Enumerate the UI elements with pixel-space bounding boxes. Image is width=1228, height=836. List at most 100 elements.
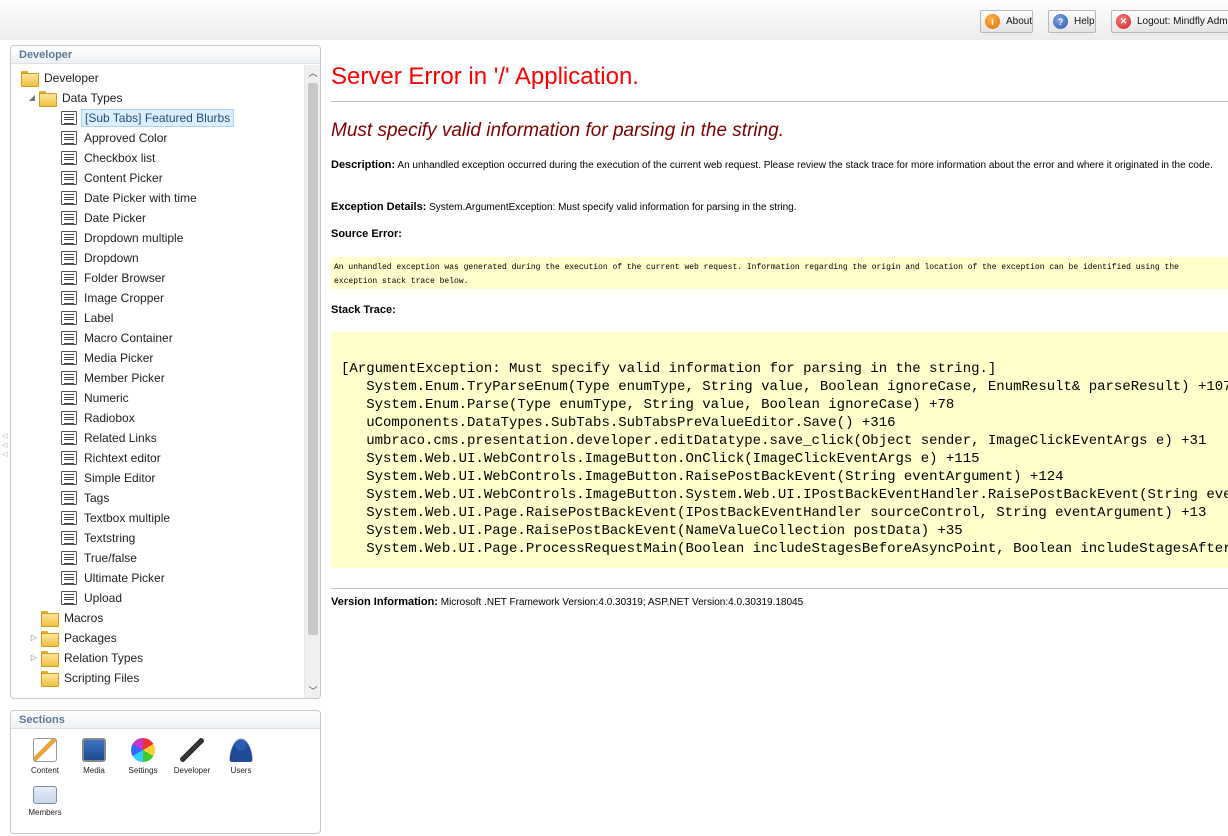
datatype-icon [61,511,77,525]
tree-node-label: Developer [44,71,99,85]
description: Description: An unhandled exception occu… [331,158,1221,173]
section-members[interactable]: Members [25,783,65,817]
expanded-arrow-icon[interactable]: ◢ [27,88,37,108]
members-icon [33,786,57,804]
settings-icon [131,738,155,762]
top-toolbar: i About ? Help ✕ Logout: Mindfly Admin [0,0,1228,40]
tree-node-datatype[interactable]: Ultimate Picker [61,568,168,588]
tree-node-datatype[interactable]: Content Picker [61,168,166,188]
developer-tree: Developer ◢ Data Types [Sub Tabs] Featur… [11,65,303,698]
scrollbar-thumb[interactable] [308,83,318,635]
tree-node-packages[interactable]: ▷ Packages [29,628,120,648]
section-label: Content [30,766,60,775]
tree-node-datatype[interactable]: [Sub Tabs] Featured Blurbs [61,108,235,128]
sections-panel-title: Sections [11,711,320,729]
tree-node-datatype[interactable]: Simple Editor [61,468,158,488]
section-label: Members [28,808,62,817]
tree-node-label: Folder Browser [84,271,166,285]
datatype-icon [61,331,77,345]
tree-node-label: Relation Types [64,651,144,665]
description-text: An unhandled exception occurred during t… [397,160,1213,171]
datatype-icon [61,451,77,465]
stack-trace-line: System.Web.UI.Page.RaisePostBackEvent(IP… [341,505,1207,521]
tree-panel-title: Developer [11,46,320,64]
folder-icon [39,91,57,107]
tree-node-datatype[interactable]: Dropdown multiple [61,228,186,248]
datatype-icon [61,211,77,225]
about-icon: i [985,14,1000,29]
tree-node-datatype[interactable]: Related Links [61,428,160,448]
scroll-down-icon[interactable]: ﹀ [305,683,320,698]
tree-node-macros[interactable]: Macros [41,608,106,628]
datatype-icon [61,591,77,605]
tree-node-label: Macros [64,611,104,625]
datatype-icon [61,531,77,545]
datatype-icon [61,391,77,405]
tree-node-datatype[interactable]: Folder Browser [61,268,168,288]
tree-node-label: Textstring [84,531,136,545]
tree-node-label: Scripting Files [64,671,140,685]
about-button[interactable]: i About [980,10,1033,33]
scroll-up-icon[interactable]: ︿ [305,65,320,81]
section-developer[interactable]: Developer [172,738,212,775]
tree-node-label: Related Links [84,431,157,445]
tree-node-datatype[interactable]: Dropdown [61,248,142,268]
exception-label: Exception Details: [331,201,427,213]
tree-node-datatype[interactable]: Member Picker [61,368,168,388]
tree-node-datatype[interactable]: Macro Container [61,328,176,348]
stack-trace-line: System.Web.UI.Page.RaisePostBackEvent(Na… [341,523,963,539]
tree-node-datatype[interactable]: Textbox multiple [61,508,173,528]
datatype-icon [61,191,77,205]
tree-node-datatype[interactable]: Tags [61,488,112,508]
tree-node-datatype[interactable]: True/false [61,548,140,568]
divider [331,588,1228,589]
datatype-icon [61,131,77,145]
tree-node-datatype[interactable]: Date Picker [61,208,149,228]
tree-node-label: Date Picker with time [84,191,197,205]
datatype-icon [61,551,77,565]
section-label: Developer [173,766,211,775]
datatype-icon [61,371,77,385]
tree-node-datatype[interactable]: Numeric [61,388,132,408]
tree-node-datatype[interactable]: Textstring [61,528,138,548]
tree-node-label: Macro Container [84,331,173,345]
tree-node-label: Textbox multiple [84,511,171,525]
tree-node-label: Member Picker [84,371,165,385]
stack-trace-line: System.Web.UI.WebControls.ImageButton.Ra… [341,469,1064,485]
logout-icon: ✕ [1116,14,1131,29]
tree-node-scripting-files[interactable]: Scripting Files [41,668,142,688]
tree-node-datatype[interactable]: Richtext editor [61,448,164,468]
tree-node-datatype[interactable]: Approved Color [61,128,170,148]
tree-node-data-types[interactable]: ◢ Data Types [27,88,125,108]
collapsed-arrow-icon[interactable]: ▷ [29,648,39,668]
tree-node-label: Upload [84,591,123,605]
tree-node-datatype[interactable]: Label [61,308,116,328]
logout-button[interactable]: ✕ Logout: Mindfly Admin [1111,10,1228,33]
tree-node-datatype[interactable]: Image Cropper [61,288,167,308]
source-error-box: An unhandled exception was generated dur… [331,257,1228,289]
collapsed-arrow-icon[interactable]: ▷ [29,628,39,648]
section-content[interactable]: Content [25,738,65,775]
tree-node-developer[interactable]: Developer [21,68,102,88]
tree-node-label: True/false [84,551,137,565]
tree-node-datatype[interactable]: Media Picker [61,348,156,368]
tree-node-relation-types[interactable]: ▷ Relation Types [29,648,146,668]
tree-node-datatype[interactable]: Radiobox [61,408,138,428]
panel-splitter-handle[interactable]: ◁ ◁ ◁ [2,432,8,462]
tree-node-datatype[interactable]: Upload [61,588,125,608]
tree-node-label: Data Types [62,91,123,105]
tree-node-label: Richtext editor [84,451,161,465]
section-media[interactable]: Media [74,738,114,775]
datatype-icon [61,491,77,505]
stack-trace-line: System.Enum.TryParseEnum(Type enumType, … [341,379,1228,395]
section-users[interactable]: Users [221,738,261,775]
section-settings[interactable]: Settings [123,738,163,775]
tree-node-datatype[interactable]: Checkbox list [61,148,158,168]
users-icon [229,738,253,762]
help-button[interactable]: ? Help [1048,10,1096,33]
tree-scrollbar[interactable]: ︿ ﹀ [304,65,320,698]
stack-trace-line: uComponents.DataTypes.SubTabs.SubTabsPre… [341,415,896,431]
tree-node-label: Content Picker [84,171,163,185]
tree-node-datatype[interactable]: Date Picker with time [61,188,200,208]
stack-trace-label: Stack Trace: [331,304,396,316]
